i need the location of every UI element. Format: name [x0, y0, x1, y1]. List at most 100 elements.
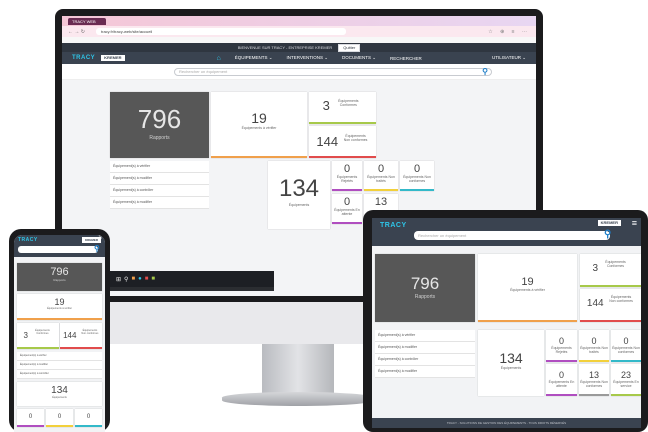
tile-small-1[interactable]: 0 Équipements Rejetés [332, 161, 362, 191]
browser-tab-bar: TRACY WEB [62, 16, 536, 26]
non-compliant-value: 144 [316, 134, 339, 149]
list-item[interactable]: Équipement(s) à modifier [110, 197, 209, 209]
search-icon[interactable]: ⚲ [94, 244, 100, 253]
list-item[interactable]: Équipement(s) à modifier [110, 173, 209, 185]
folder-icon[interactable]: ■ [131, 276, 135, 282]
tile-reports[interactable]: 796 Rapports [110, 92, 209, 158]
tile-small-1[interactable]: 0 [17, 409, 44, 427]
tile-equipments[interactable]: 134 Équipements [268, 161, 330, 229]
tracy-logo[interactable]: TRACY [18, 237, 38, 243]
browser-icon[interactable]: ● [138, 276, 142, 282]
tile-compliant[interactable]: 3 Équipements Conformes [309, 92, 376, 124]
tile-small-2[interactable]: 0 Équipements Non traités [364, 161, 398, 191]
small-3-value: 0 [413, 163, 421, 175]
list-item[interactable]: Équipement(s) à contrôler [375, 354, 475, 366]
home-icon[interactable]: ⌂ [217, 55, 221, 62]
start-icon[interactable]: ⊞ [116, 276, 121, 283]
compliant-value: 3 [592, 263, 599, 274]
tile-small-3[interactable]: 0 [75, 409, 102, 427]
tile-small-6[interactable]: 23 Équipements En service [611, 364, 641, 396]
small-3-label: Équipements Non conformes [403, 175, 431, 183]
tile-small-5[interactable]: 13 Équipements Non conformes [579, 364, 609, 396]
address-bar[interactable]: tracy.fr/tracy-web/site/accueil [96, 28, 346, 35]
search-input[interactable]: Rechercher un équipement [414, 231, 610, 240]
small-1-label: Équipements Rejetés [551, 346, 572, 354]
list-item[interactable]: Équipement(s) à contrôler [110, 185, 209, 197]
tile-equipments[interactable]: 134 Équipements [478, 330, 544, 396]
tile-compliant[interactable]: 3 Équipements Conformes [580, 254, 641, 287]
compliant-value: 3 [23, 330, 28, 340]
tablet-device: TRACY KREMER ≡ Rechercher un équipement … [363, 210, 648, 432]
tile-to-verify[interactable]: 19 Équipements à vérifier [211, 92, 307, 158]
small-2-value: 0 [591, 336, 597, 346]
equipments-value: 134 [499, 350, 523, 366]
list-item[interactable]: Équipement(s) à vérifier [375, 330, 475, 342]
tile-non-compliant[interactable]: 144 Équipements Non conformes [580, 289, 641, 322]
list-item[interactable]: Équipement(s) à vérifier [110, 161, 209, 173]
tile-small-2[interactable]: 0 [46, 409, 73, 427]
list-item[interactable]: Équipement(s) à modifier [375, 342, 475, 354]
small-2-value: 0 [377, 163, 385, 175]
equipments-value: 134 [51, 385, 68, 396]
tile-small-4[interactable]: 0 Équipements En attente [546, 364, 577, 396]
menu-equipements[interactable]: ÉQUIPEMENTS ⌄ [235, 55, 273, 61]
small-4-value: 0 [343, 196, 351, 208]
list-item[interactable]: Équipement(s) à modifier [17, 361, 102, 370]
compliant-label: Équipements Conformes [35, 328, 50, 335]
hamburger-menu-icon[interactable]: ≡ [98, 235, 102, 241]
phone-device: TRACY KREMER ≡ ⚲ 796 Rapports 19 Équipem… [9, 229, 110, 432]
hamburger-menu-icon[interactable]: ≡ [632, 218, 637, 228]
quit-button[interactable]: Quitter [338, 43, 361, 52]
tile-small-1[interactable]: 0 Équipements Rejetés [546, 330, 577, 362]
list-item[interactable]: Équipement(s) à contrôler [17, 370, 102, 379]
to-verify-value: 19 [521, 276, 534, 288]
tile-small-3[interactable]: 0 Équipements Non conformes [611, 330, 641, 362]
browser-tools-icons[interactable]: ☆ ⊕ ≡ ⋯ [488, 29, 530, 35]
search-icon[interactable]: ⚲ [482, 67, 488, 76]
tile-small-3[interactable]: 0 Équipements Non conformes [400, 161, 434, 191]
tile-small-2[interactable]: 0 Équipements Non traités [579, 330, 609, 362]
small-5-label: Équipements Non conformes [580, 380, 608, 388]
tablet-header: TRACY KREMER ≡ Rechercher un équipement … [372, 218, 641, 246]
browser-nav-icons[interactable]: ← → ↻ [68, 29, 90, 35]
menu-rechercher[interactable]: RECHERCHER [390, 56, 422, 61]
equipments-label: Équipements [288, 203, 310, 207]
non-compliant-label: Équipements Non conformes [343, 133, 368, 142]
tile-equipments[interactable]: 134 Équipements [17, 382, 102, 406]
tile-small-4[interactable]: 0 Équipements En attente [332, 194, 362, 224]
compliant-value: 3 [322, 98, 330, 113]
small-1-value: 0 [558, 336, 564, 346]
tile-reports[interactable]: 796 Rapports [17, 263, 102, 291]
small-2-label: Équipements Non traités [367, 175, 395, 183]
app-icon[interactable]: ■ [145, 276, 149, 282]
tile-compliant[interactable]: 3 Équipements Conformes [17, 323, 59, 349]
tile-to-verify[interactable]: 19 Équipements à vérifier [17, 294, 102, 320]
tile-to-verify[interactable]: 19 Équipements à vérifier [478, 254, 577, 322]
list-item[interactable]: Équipement(s) à vérifier [17, 352, 102, 361]
tile-non-compliant[interactable]: 144 Équipements Non conformes [309, 126, 376, 158]
menu-interventions[interactable]: INTERVENTIONS ⌄ [287, 55, 328, 61]
search-input[interactable] [18, 246, 98, 253]
tile-non-compliant[interactable]: 144 Équipements Non conformes [60, 323, 102, 349]
small-1-label: Équipements Rejetés [336, 175, 358, 183]
taskbar-strip [110, 287, 274, 291]
small-1-value: 0 [343, 163, 351, 175]
tracy-logo[interactable]: TRACY [72, 55, 95, 61]
tile-reports[interactable]: 796 Rapports [375, 254, 475, 322]
equipments-label: Équipements [500, 366, 522, 370]
to-verify-value: 19 [251, 110, 267, 126]
welcome-text: BIENVENUE SUR TRACY - ENTREPRISE KREMER [237, 45, 333, 50]
tracy-logo[interactable]: TRACY [380, 222, 407, 229]
to-verify-label: Équipements à vérifier [510, 288, 545, 292]
user-menu[interactable]: UTILISATEUR ⌄ [492, 55, 526, 61]
browser-tab[interactable]: TRACY WEB [68, 17, 106, 25]
app-icon[interactable]: ■ [151, 276, 155, 282]
reports-value: 796 [410, 274, 440, 293]
search-icon[interactable]: ⚲ [604, 229, 611, 240]
device-mockup-scene: TRACY WEB ← → ↻ tracy.fr/tracy-web/site/… [0, 0, 648, 432]
search-taskbar-icon[interactable]: ⚲ [124, 276, 128, 283]
small-3-label: Équipements Non conformes [612, 346, 640, 354]
list-item[interactable]: Équipement(s) à modifier [375, 366, 475, 378]
menu-documents[interactable]: DOCUMENTS ⌄ [342, 55, 376, 61]
reports-label: Rapports [149, 135, 170, 141]
